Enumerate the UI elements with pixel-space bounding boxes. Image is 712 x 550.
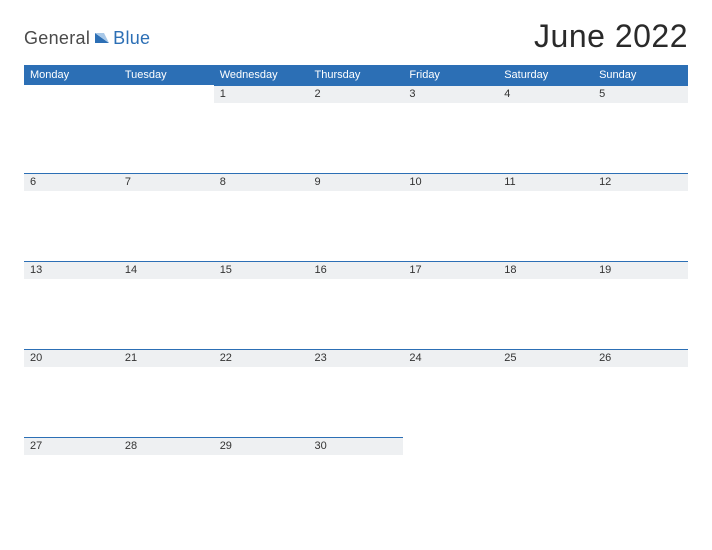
day-cell: 16 [309,261,404,349]
week-row: 13141516171819 [24,261,688,349]
day-header: Saturday [498,65,593,85]
calendar-header: General Blue June 2022 [24,18,688,55]
day-cell: 22 [214,349,309,437]
day-number: 13 [24,261,119,279]
day-number: 29 [214,437,309,455]
day-number: 4 [498,85,593,103]
day-cell: 13 [24,261,119,349]
day-cell: 9 [309,173,404,261]
calendar-grid: Monday Tuesday Wednesday Thursday Friday… [24,65,688,525]
day-cell: 28 [119,437,214,525]
day-number: 8 [214,173,309,191]
day-cell: 2 [309,85,404,173]
day-cell: 14 [119,261,214,349]
day-cell: 25 [498,349,593,437]
day-cell: 29 [214,437,309,525]
week-row: ..12345 [24,85,688,173]
day-cell: . [119,85,214,173]
month-year-title: June 2022 [534,18,688,55]
day-number: 12 [593,173,688,191]
day-number: 22 [214,349,309,367]
day-number: 7 [119,173,214,191]
day-cell: 21 [119,349,214,437]
day-header-row: Monday Tuesday Wednesday Thursday Friday… [24,65,688,85]
day-number: 6 [24,173,119,191]
day-cell: 7 [119,173,214,261]
day-number: 1 [214,85,309,103]
day-header: Monday [24,65,119,85]
day-number: 26 [593,349,688,367]
day-number: 5 [593,85,688,103]
day-number: 27 [24,437,119,455]
day-cell: 10 [403,173,498,261]
day-cell: 19 [593,261,688,349]
week-row: 6789101112 [24,173,688,261]
logo-text-general: General [24,28,90,49]
day-header: Wednesday [214,65,309,85]
day-cell: 6 [24,173,119,261]
day-header: Sunday [593,65,688,85]
day-cell: 30 [309,437,404,525]
day-number: 28 [119,437,214,455]
day-cell: 23 [309,349,404,437]
day-number: 14 [119,261,214,279]
day-cell: 8 [214,173,309,261]
day-cell: . [498,437,593,525]
day-cell: 11 [498,173,593,261]
day-cell: 3 [403,85,498,173]
week-row: 27282930... [24,437,688,525]
day-number: 25 [498,349,593,367]
day-cell: 12 [593,173,688,261]
logo: General Blue [24,28,150,55]
day-number: 17 [403,261,498,279]
day-cell: . [593,437,688,525]
day-number: 21 [119,349,214,367]
day-cell: 15 [214,261,309,349]
logo-triangle-icon [94,32,110,46]
day-header: Tuesday [119,65,214,85]
day-cell: 20 [24,349,119,437]
day-cell: 24 [403,349,498,437]
day-number: 23 [309,349,404,367]
day-number: 2 [309,85,404,103]
day-cell: 26 [593,349,688,437]
logo-text-blue: Blue [113,28,150,49]
day-number: 19 [593,261,688,279]
day-header: Friday [403,65,498,85]
day-cell: 4 [498,85,593,173]
week-row: 20212223242526 [24,349,688,437]
day-cell: 27 [24,437,119,525]
day-cell: . [24,85,119,173]
day-number: 3 [403,85,498,103]
day-number: 9 [309,173,404,191]
day-number: 18 [498,261,593,279]
day-number: 10 [403,173,498,191]
day-number: 20 [24,349,119,367]
day-number: 15 [214,261,309,279]
day-cell: . [403,437,498,525]
day-number: 30 [309,437,404,455]
day-cell: 17 [403,261,498,349]
day-number: 16 [309,261,404,279]
day-number: 24 [403,349,498,367]
day-cell: 18 [498,261,593,349]
day-cell: 1 [214,85,309,173]
day-number: 11 [498,173,593,191]
day-cell: 5 [593,85,688,173]
day-header: Thursday [309,65,404,85]
